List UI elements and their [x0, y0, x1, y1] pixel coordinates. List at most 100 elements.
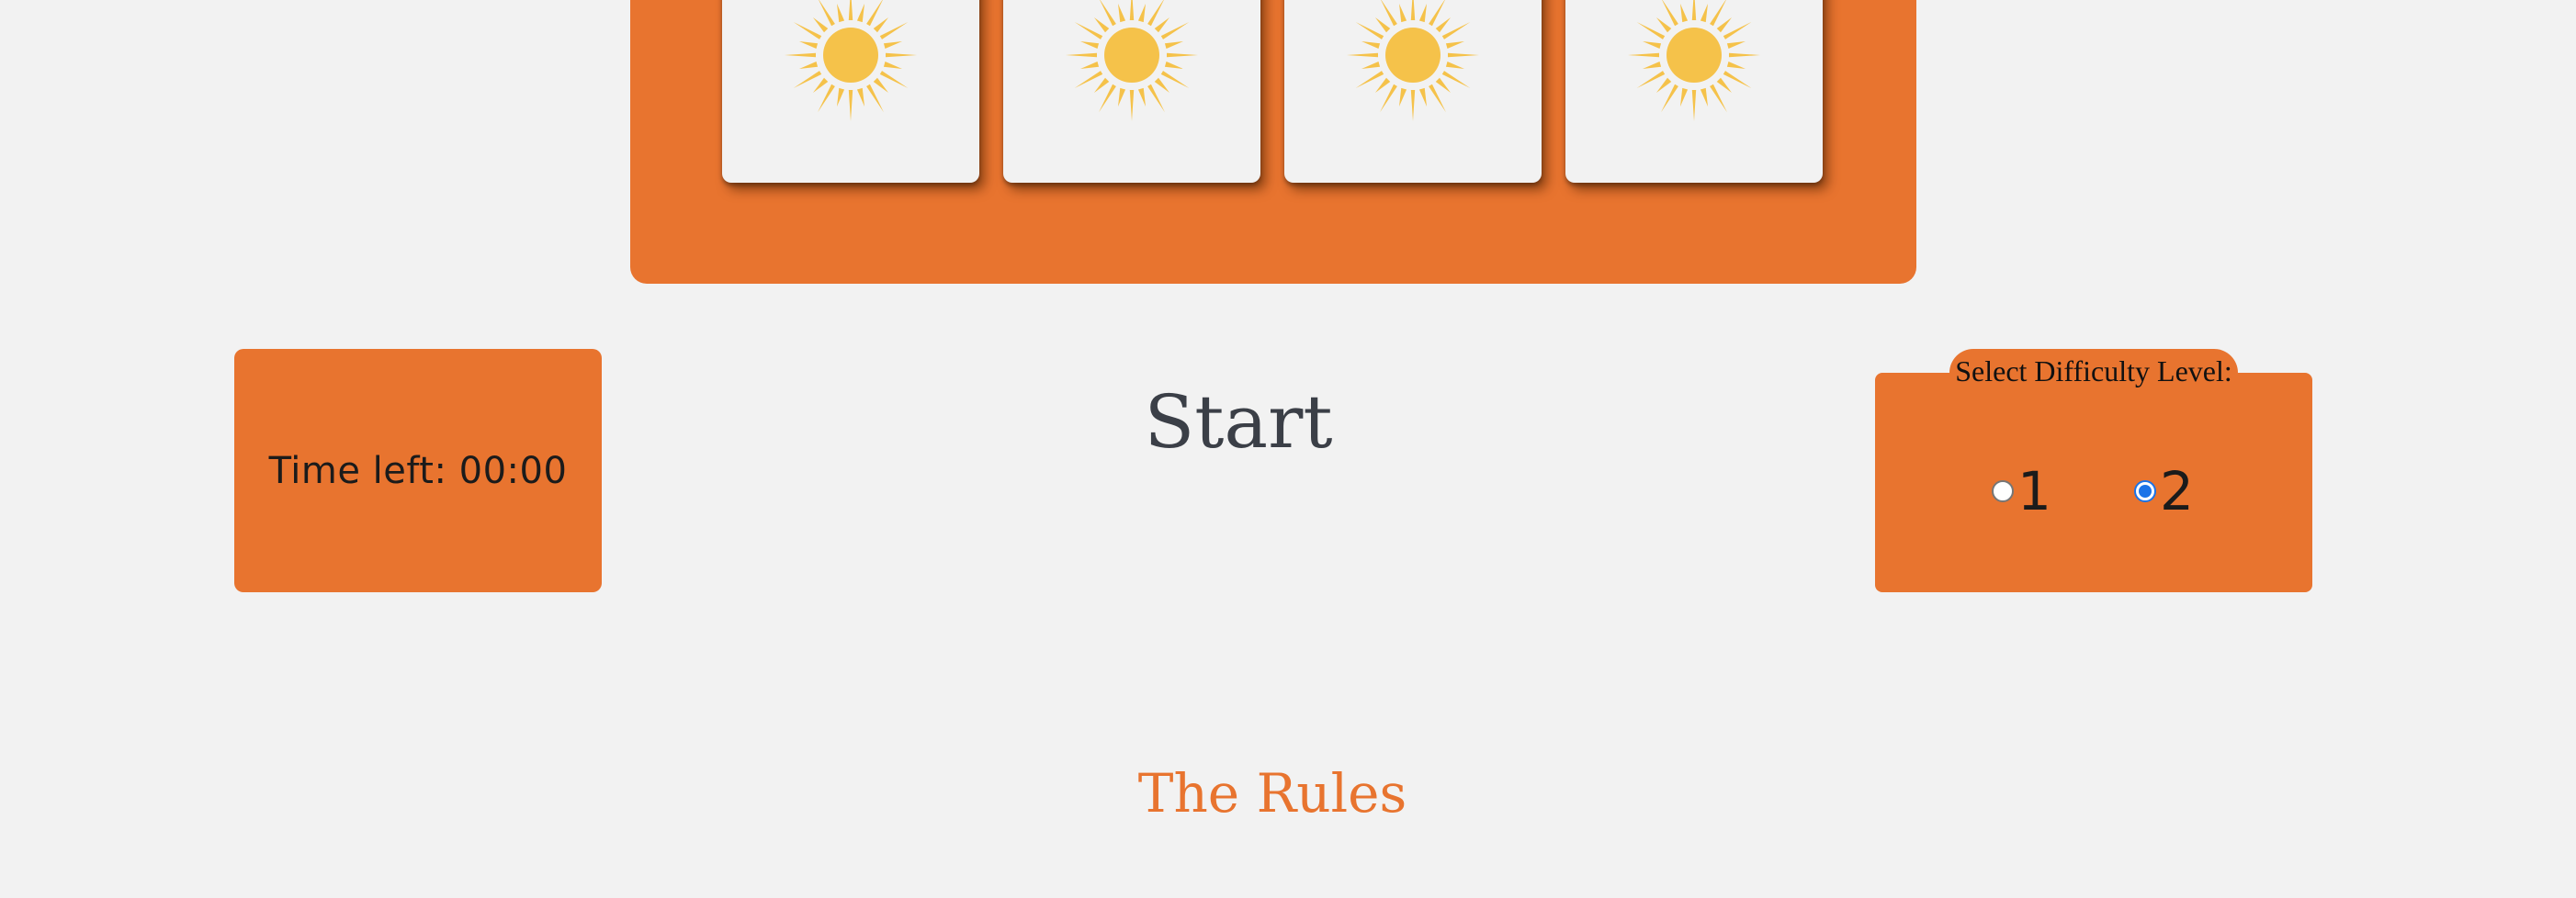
- sun-ray: [1445, 61, 1465, 70]
- sun-ray: [1716, 77, 1733, 94]
- sun-ray: [1642, 61, 1662, 70]
- sun-ray: [1374, 77, 1391, 94]
- card[interactable]: [1003, 0, 1260, 183]
- sun-ray: [1700, 3, 1709, 23]
- sun-ray: [798, 61, 819, 70]
- timer-panel: Time left: 00:00: [234, 349, 602, 592]
- sun-ray: [1398, 87, 1407, 107]
- sun-ray: [1710, 0, 1726, 27]
- sun-ray: [1100, 0, 1116, 27]
- sun-ray: [879, 22, 909, 39]
- sun-ray: [1137, 87, 1147, 107]
- sun-ray: [1361, 40, 1381, 50]
- sun-ray: [812, 77, 829, 94]
- sun-ray: [1381, 0, 1397, 27]
- sun-ray: [1066, 52, 1097, 58]
- sun-ray: [1710, 84, 1727, 113]
- difficulty-legend: Select Difficulty Level:: [1955, 354, 2232, 387]
- sun-ray: [886, 52, 917, 58]
- sun-ray: [1093, 17, 1110, 33]
- sun-ray: [856, 3, 865, 23]
- sun-ray: [1117, 3, 1126, 23]
- start-button[interactable]: Start: [1101, 378, 1376, 466]
- sun-ray: [1160, 71, 1190, 88]
- card[interactable]: [1565, 0, 1823, 183]
- game-board: [630, 0, 1916, 284]
- sun-ray: [836, 3, 845, 23]
- sun-ray: [1398, 3, 1407, 23]
- sun-ray: [1154, 77, 1170, 94]
- sun-ray: [1642, 40, 1662, 50]
- sun-ray: [1435, 77, 1452, 94]
- difficulty-option-label: 1: [2017, 460, 2051, 522]
- sun-ray: [1418, 87, 1428, 107]
- sun-ray: [1679, 3, 1689, 23]
- sun-ray: [1445, 40, 1465, 50]
- sun-ray: [1691, 90, 1697, 121]
- sun-ray: [1167, 52, 1198, 58]
- sun-ray: [819, 0, 835, 27]
- sun-ray: [1448, 52, 1479, 58]
- sun-ray: [1129, 0, 1135, 20]
- sun-ray: [1410, 90, 1416, 121]
- sun-ray: [1655, 17, 1672, 33]
- sun-icon: [1628, 0, 1760, 121]
- sun-ray: [793, 71, 822, 88]
- time-left-text: Time left: 00:00: [268, 449, 568, 492]
- radio-button-1[interactable]: [1992, 480, 2014, 502]
- sun-icon: [1066, 0, 1198, 121]
- sun-ray: [1380, 84, 1397, 113]
- sun-ray: [1164, 61, 1184, 70]
- sun-icon: [1347, 0, 1479, 121]
- sun-ray: [1093, 77, 1110, 94]
- sun-ray: [1716, 17, 1733, 33]
- sun-ray: [1074, 22, 1103, 39]
- sun-ray: [1117, 87, 1126, 107]
- radio-button-2[interactable]: [2134, 480, 2156, 502]
- sun-ray: [1700, 87, 1709, 107]
- sun-ray: [1435, 17, 1452, 33]
- card[interactable]: [722, 0, 979, 183]
- difficulty-option-label: 2: [2160, 460, 2194, 522]
- sun-ray: [866, 84, 884, 113]
- sun-ray: [1355, 71, 1384, 88]
- sun-ray: [1723, 71, 1752, 88]
- card[interactable]: [1284, 0, 1542, 183]
- sun-ray: [798, 40, 819, 50]
- difficulty-option-1[interactable]: 1: [1992, 459, 2051, 523]
- sun-ray: [883, 40, 903, 50]
- sun-ray: [1429, 84, 1446, 113]
- sun-ray: [879, 71, 909, 88]
- sun-ray: [836, 87, 845, 107]
- sun-ray: [812, 17, 829, 33]
- rules-heading: The Rules: [1137, 762, 1407, 825]
- sun-ray: [883, 61, 903, 70]
- sun-ray: [1723, 22, 1752, 39]
- sun-ray: [1655, 77, 1672, 94]
- sun-ray: [1429, 0, 1445, 27]
- sun-ray: [1129, 90, 1135, 121]
- sun-ray: [1418, 3, 1428, 23]
- sun-ray: [1355, 22, 1384, 39]
- sun-ray: [1361, 61, 1381, 70]
- sun-icon: [785, 0, 917, 121]
- sun-ray: [793, 22, 822, 39]
- sun-ray: [1347, 52, 1378, 58]
- sun-ray: [1374, 17, 1391, 33]
- sun-ray: [856, 87, 865, 107]
- sun-ray: [1662, 0, 1678, 27]
- sun-ray: [1661, 84, 1678, 113]
- sun-ray: [1636, 22, 1666, 39]
- sun-ray: [1154, 17, 1170, 33]
- sun-ray: [1099, 84, 1116, 113]
- sun-ray: [866, 0, 883, 27]
- sun-ray: [818, 84, 835, 113]
- sun-ray: [1079, 61, 1100, 70]
- sun-ray: [1691, 0, 1697, 20]
- sun-ray: [1726, 40, 1746, 50]
- sun-ray: [848, 90, 853, 121]
- sun-ray: [785, 52, 816, 58]
- sun-ray: [873, 77, 889, 94]
- sun-ray: [1147, 84, 1165, 113]
- difficulty-option-2[interactable]: 2: [2134, 459, 2194, 523]
